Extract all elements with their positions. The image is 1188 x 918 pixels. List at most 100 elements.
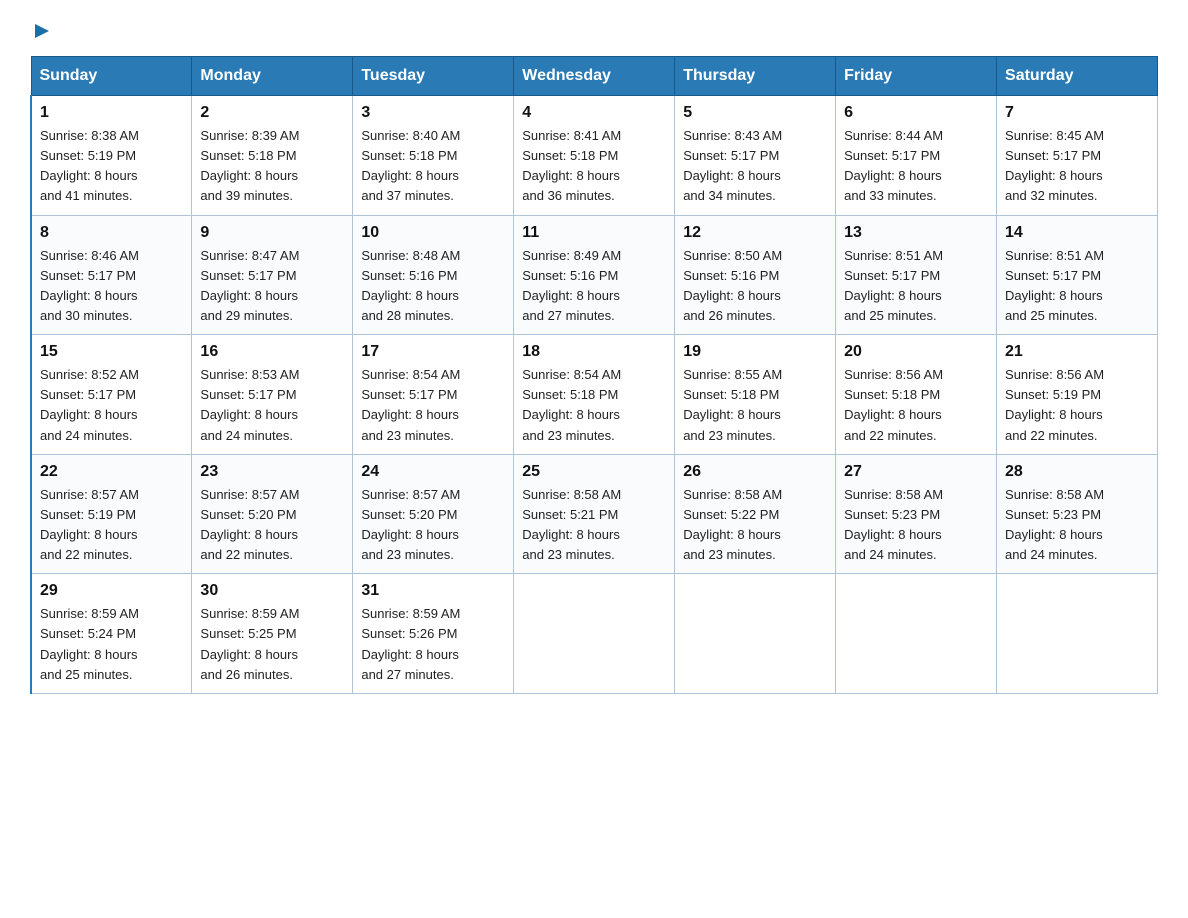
day-info: Sunrise: 8:59 AMSunset: 5:24 PMDaylight:… bbox=[40, 604, 183, 685]
day-info: Sunrise: 8:48 AMSunset: 5:16 PMDaylight:… bbox=[361, 246, 505, 327]
calendar-cell: 19Sunrise: 8:55 AMSunset: 5:18 PMDayligh… bbox=[675, 335, 836, 455]
calendar-cell: 28 Sunrise: 8:58 AMSunset: 5:23 PMDayligh… bbox=[997, 454, 1158, 574]
logo-top-row bbox=[30, 20, 54, 42]
calendar-cell: 22 Sunrise: 8:57 AMSunset: 5:19 PMDayligh… bbox=[31, 454, 192, 574]
day-info: Sunrise: 8:58 AMSunset: 5:21 PMDaylight:… bbox=[522, 485, 666, 566]
day-number: 23 bbox=[200, 463, 344, 481]
day-number: 2 bbox=[200, 104, 344, 122]
calendar-cell bbox=[997, 574, 1158, 694]
calendar-cell: 24 Sunrise: 8:57 AMSunset: 5:20 PMDayligh… bbox=[353, 454, 514, 574]
day-info: Sunrise: 8:47 AMSunset: 5:17 PMDaylight:… bbox=[200, 246, 344, 327]
day-info: Sunrise: 8:55 AMSunset: 5:18 PMDaylight:… bbox=[683, 365, 827, 446]
calendar-cell: 21 Sunrise: 8:56 AMSunset: 5:19 PMDayligh… bbox=[997, 335, 1158, 455]
day-info: Sunrise: 8:51 AMSunset: 5:17 PMDaylight:… bbox=[844, 246, 988, 327]
day-info: Sunrise: 8:56 AMSunset: 5:18 PMDaylight:… bbox=[844, 365, 988, 446]
calendar-cell: 7 Sunrise: 8:45 AMSunset: 5:17 PMDaylight… bbox=[997, 96, 1158, 216]
day-number: 27 bbox=[844, 463, 988, 481]
day-number: 31 bbox=[361, 582, 505, 600]
page-header bbox=[30, 20, 1158, 36]
calendar-cell: 10 Sunrise: 8:48 AMSunset: 5:16 PMDayligh… bbox=[353, 215, 514, 335]
day-number: 26 bbox=[683, 463, 827, 481]
day-number: 20 bbox=[844, 343, 988, 361]
day-info: Sunrise: 8:58 AMSunset: 5:23 PMDaylight:… bbox=[1005, 485, 1149, 566]
day-number: 8 bbox=[40, 224, 183, 242]
calendar-week-row: 15 Sunrise: 8:52 AMSunset: 5:17 PMDayligh… bbox=[31, 335, 1158, 455]
calendar-cell: 16 Sunrise: 8:53 AMSunset: 5:17 PMDayligh… bbox=[192, 335, 353, 455]
day-number: 12 bbox=[683, 224, 827, 242]
day-info: Sunrise: 8:59 AMSunset: 5:26 PMDaylight:… bbox=[361, 604, 505, 685]
day-number: 15 bbox=[40, 343, 183, 361]
day-info: Sunrise: 8:53 AMSunset: 5:17 PMDaylight:… bbox=[200, 365, 344, 446]
day-info: Sunrise: 8:56 AMSunset: 5:19 PMDaylight:… bbox=[1005, 365, 1149, 446]
calendar-cell: 9 Sunrise: 8:47 AMSunset: 5:17 PMDaylight… bbox=[192, 215, 353, 335]
day-info: Sunrise: 8:57 AMSunset: 5:20 PMDaylight:… bbox=[200, 485, 344, 566]
calendar-cell bbox=[675, 574, 836, 694]
day-number: 22 bbox=[40, 463, 183, 481]
day-info: Sunrise: 8:54 AMSunset: 5:17 PMDaylight:… bbox=[361, 365, 505, 446]
calendar-cell: 14 Sunrise: 8:51 AMSunset: 5:17 PMDayligh… bbox=[997, 215, 1158, 335]
calendar-week-row: 8 Sunrise: 8:46 AMSunset: 5:17 PMDaylight… bbox=[31, 215, 1158, 335]
day-number: 7 bbox=[1005, 104, 1149, 122]
day-number: 13 bbox=[844, 224, 988, 242]
day-info: Sunrise: 8:39 AMSunset: 5:18 PMDaylight:… bbox=[200, 126, 344, 207]
calendar-cell: 23 Sunrise: 8:57 AMSunset: 5:20 PMDayligh… bbox=[192, 454, 353, 574]
header-monday: Monday bbox=[192, 57, 353, 96]
day-number: 3 bbox=[361, 104, 505, 122]
day-number: 16 bbox=[200, 343, 344, 361]
day-number: 24 bbox=[361, 463, 505, 481]
day-number: 14 bbox=[1005, 224, 1149, 242]
header-friday: Friday bbox=[836, 57, 997, 96]
day-info: Sunrise: 8:43 AMSunset: 5:17 PMDaylight:… bbox=[683, 126, 827, 207]
day-number: 11 bbox=[522, 224, 666, 242]
day-number: 10 bbox=[361, 224, 505, 242]
day-info: Sunrise: 8:59 AMSunset: 5:25 PMDaylight:… bbox=[200, 604, 344, 685]
calendar-cell: 27Sunrise: 8:58 AMSunset: 5:23 PMDayligh… bbox=[836, 454, 997, 574]
calendar-cell: 4Sunrise: 8:41 AMSunset: 5:18 PMDaylight… bbox=[514, 96, 675, 216]
calendar-header-row: SundayMondayTuesdayWednesdayThursdayFrid… bbox=[31, 57, 1158, 96]
day-number: 21 bbox=[1005, 343, 1149, 361]
calendar-cell: 5 Sunrise: 8:43 AMSunset: 5:17 PMDaylight… bbox=[675, 96, 836, 216]
calendar-cell: 15 Sunrise: 8:52 AMSunset: 5:17 PMDayligh… bbox=[31, 335, 192, 455]
calendar-cell: 20 Sunrise: 8:56 AMSunset: 5:18 PMDayligh… bbox=[836, 335, 997, 455]
calendar-cell: 13 Sunrise: 8:51 AMSunset: 5:17 PMDayligh… bbox=[836, 215, 997, 335]
day-info: Sunrise: 8:45 AMSunset: 5:17 PMDaylight:… bbox=[1005, 126, 1149, 207]
day-info: Sunrise: 8:50 AMSunset: 5:16 PMDaylight:… bbox=[683, 246, 827, 327]
day-number: 9 bbox=[200, 224, 344, 242]
calendar-week-row: 1 Sunrise: 8:38 AMSunset: 5:19 PMDaylight… bbox=[31, 96, 1158, 216]
calendar-cell: 2 Sunrise: 8:39 AMSunset: 5:18 PMDaylight… bbox=[192, 96, 353, 216]
header-saturday: Saturday bbox=[997, 57, 1158, 96]
day-number: 6 bbox=[844, 104, 988, 122]
calendar-cell: 1 Sunrise: 8:38 AMSunset: 5:19 PMDaylight… bbox=[31, 96, 192, 216]
calendar-cell: 30 Sunrise: 8:59 AMSunset: 5:25 PMDayligh… bbox=[192, 574, 353, 694]
day-number: 28 bbox=[1005, 463, 1149, 481]
calendar-cell bbox=[514, 574, 675, 694]
calendar-cell: 6 Sunrise: 8:44 AMSunset: 5:17 PMDaylight… bbox=[836, 96, 997, 216]
day-number: 5 bbox=[683, 104, 827, 122]
day-info: Sunrise: 8:57 AMSunset: 5:20 PMDaylight:… bbox=[361, 485, 505, 566]
day-number: 30 bbox=[200, 582, 344, 600]
header-sunday: Sunday bbox=[31, 57, 192, 96]
header-thursday: Thursday bbox=[675, 57, 836, 96]
day-info: Sunrise: 8:51 AMSunset: 5:17 PMDaylight:… bbox=[1005, 246, 1149, 327]
header-tuesday: Tuesday bbox=[353, 57, 514, 96]
day-info: Sunrise: 8:49 AMSunset: 5:16 PMDaylight:… bbox=[522, 246, 666, 327]
day-info: Sunrise: 8:54 AMSunset: 5:18 PMDaylight:… bbox=[522, 365, 666, 446]
calendar-cell: 11 Sunrise: 8:49 AMSunset: 5:16 PMDayligh… bbox=[514, 215, 675, 335]
day-info: Sunrise: 8:58 AMSunset: 5:22 PMDaylight:… bbox=[683, 485, 827, 566]
day-info: Sunrise: 8:52 AMSunset: 5:17 PMDaylight:… bbox=[40, 365, 183, 446]
day-info: Sunrise: 8:38 AMSunset: 5:19 PMDaylight:… bbox=[40, 126, 183, 207]
calendar-cell: 3 Sunrise: 8:40 AMSunset: 5:18 PMDaylight… bbox=[353, 96, 514, 216]
day-info: Sunrise: 8:40 AMSunset: 5:18 PMDaylight:… bbox=[361, 126, 505, 207]
day-number: 17 bbox=[361, 343, 505, 361]
calendar-week-row: 22 Sunrise: 8:57 AMSunset: 5:19 PMDayligh… bbox=[31, 454, 1158, 574]
day-info: Sunrise: 8:46 AMSunset: 5:17 PMDaylight:… bbox=[40, 246, 183, 327]
day-info: Sunrise: 8:44 AMSunset: 5:17 PMDaylight:… bbox=[844, 126, 988, 207]
calendar-cell: 31 Sunrise: 8:59 AMSunset: 5:26 PMDayligh… bbox=[353, 574, 514, 694]
day-info: Sunrise: 8:41 AMSunset: 5:18 PMDaylight:… bbox=[522, 126, 666, 207]
logo bbox=[30, 20, 54, 36]
day-info: Sunrise: 8:57 AMSunset: 5:19 PMDaylight:… bbox=[40, 485, 183, 566]
day-number: 18 bbox=[522, 343, 666, 361]
day-number: 25 bbox=[522, 463, 666, 481]
calendar-cell: 26 Sunrise: 8:58 AMSunset: 5:22 PMDayligh… bbox=[675, 454, 836, 574]
day-number: 1 bbox=[40, 104, 183, 122]
